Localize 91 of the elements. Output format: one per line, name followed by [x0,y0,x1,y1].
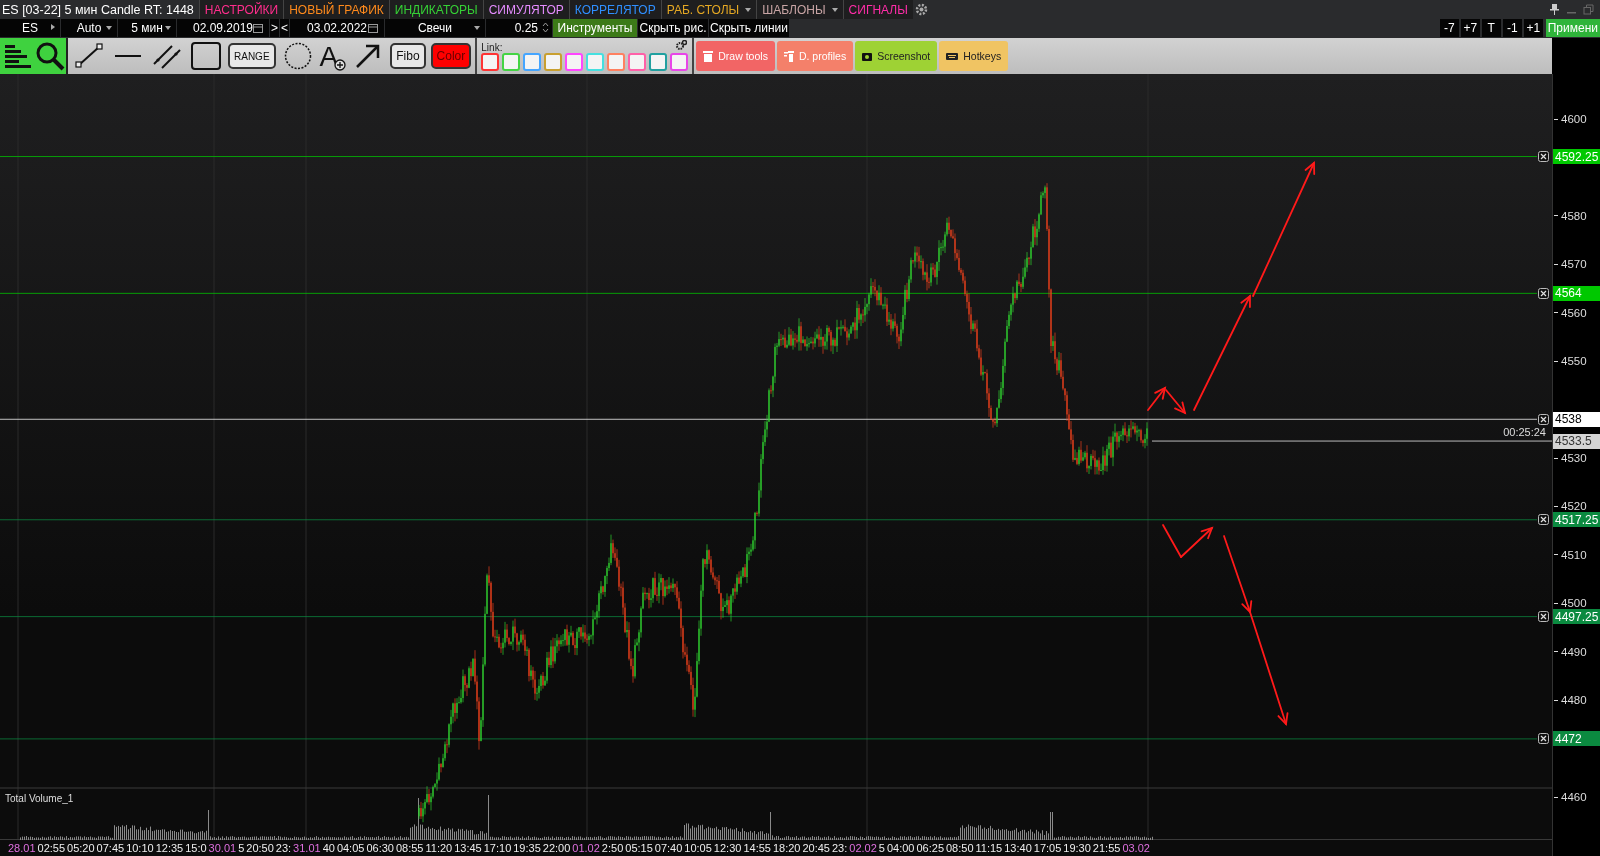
time-label: 04:00 [886,842,915,854]
window-title: ES [03-22] 5 мин Candle RT: 1448 [1,2,195,17]
price-tick: 4550 [1561,355,1587,368]
time-label: 5 [878,842,885,854]
date-label: 01.02 [572,842,600,854]
price-tick: 4500 [1561,597,1587,610]
time-label: 10:10 [126,842,154,854]
price-level-label: 4592.25 [1553,149,1600,165]
time-label: 20:50 [246,842,274,854]
time-label: 04:05 [336,842,365,854]
menu-item[interactable]: ШАБЛОНЫ [756,0,843,19]
candle-timer: 00:25:24 [1503,426,1546,439]
price-tick: 4490 [1561,645,1587,658]
shift-button[interactable]: +1 [1523,19,1543,37]
shift-button[interactable]: -7 [1439,19,1459,37]
price-level-label: 4472 [1553,731,1600,747]
time-label: 07:45 [96,842,125,854]
menu-item[interactable]: СИМУЛЯТОР [482,0,569,19]
date-label: 02.02 [849,842,877,854]
menu-item[interactable]: КОРРЕЛЯТОР [568,0,661,19]
price-tick: 4460 [1561,791,1587,803]
time-label: 20:45 [802,842,830,854]
volume-panel-title: Total Volume_1 [5,793,74,804]
date-label: 31.01 [293,842,321,854]
price-tick: 4530 [1561,452,1587,464]
menu-item[interactable]: НАСТРОЙКИ [198,0,284,19]
shift-button[interactable]: +7 [1460,19,1480,37]
time-label: 15:0 [185,842,207,854]
time-label: 22:00 [542,842,571,854]
price-tick: 4510 [1561,548,1587,561]
date-field[interactable]: 02.09.2019 [177,19,269,37]
hide-button[interactable]: Скрыть рис. [638,19,708,37]
price-level-label: 4497.25 [1553,609,1600,625]
menu-item[interactable]: ИНДИКАТОРЫ [388,0,483,19]
price-tick: 4560 [1561,306,1587,319]
time-label: 40 [322,842,335,854]
keyboard-button[interactable]: Hotkeys [939,41,1009,71]
time-label: 23: [832,842,848,854]
menu-item[interactable]: РАБ. СТОЛЫ [660,0,757,19]
step-button[interactable]: > [270,19,279,37]
time-label: 05:20 [67,842,95,854]
time-label: 13:45 [454,842,482,854]
time-label: 18:20 [772,842,801,854]
time-label: 5 [238,842,245,854]
time-label: 06:30 [366,842,394,854]
shift-button[interactable]: -1 [1502,19,1522,37]
price-tick: 4570 [1561,258,1587,271]
time-label: 08:55 [395,842,424,854]
time-label: 05:15 [625,842,653,854]
time-label: 08:50 [946,842,974,854]
time-label: 12:35 [155,842,184,854]
time-label: 19:30 [1063,842,1091,854]
time-label: 12:30 [713,842,742,854]
menu-item[interactable]: СИГНАЛЫ [842,0,913,19]
time-label: 10:05 [684,842,712,854]
date-field[interactable]: 03.02.2022 [290,19,384,37]
time-label: 06:25 [916,842,944,854]
fibo-tool-button[interactable]: Fibo [390,43,426,69]
link-label: Link: [481,41,503,53]
price-tick: 4480 [1561,694,1587,707]
date-label: 03.02 [1122,842,1150,854]
time-label: 02:55 [37,842,66,854]
price-level-label: 4517.25 [1553,512,1600,528]
time-label: 17:10 [483,842,512,854]
time-label: 17:05 [1033,842,1062,854]
menu-item[interactable]: НОВЫЙ ГРАФИК [283,0,389,19]
time-label: 19:35 [513,842,541,854]
date-label: 28.01 [8,842,36,854]
symbol-dropdown[interactable]: ES [0,19,60,37]
price-tick: 4600 [1561,113,1587,125]
range-tool-button[interactable]: RANGE [228,43,276,69]
time-label: 11:15 [975,842,1003,854]
price-tick: 4580 [1561,209,1587,222]
date-label: 30.01 [208,842,237,854]
price-tick: 4520 [1561,500,1587,513]
dropdown[interactable]: Auto [61,19,117,37]
camera-button[interactable]: Screenshot [855,41,938,71]
hide-button[interactable]: Скрыть линии [709,19,789,37]
step-button[interactable]: < [280,19,289,37]
time-label: 07:40 [654,842,683,854]
time-label: 11:20 [425,842,453,854]
time-label: 23: [275,842,292,854]
tools-button[interactable]: Инструменты [553,19,637,37]
dropdown[interactable]: Свечи [385,19,485,37]
tick-size-field[interactable]: 0.25 [486,19,552,37]
time-label: 14:55 [743,842,771,854]
time-label: 21:55 [1092,842,1121,854]
time-label: 13:40 [1004,842,1032,854]
dropdown[interactable]: 5 мин [118,19,176,37]
shift-button[interactable]: T [1481,19,1501,37]
time-label: 2:50 [601,842,624,854]
